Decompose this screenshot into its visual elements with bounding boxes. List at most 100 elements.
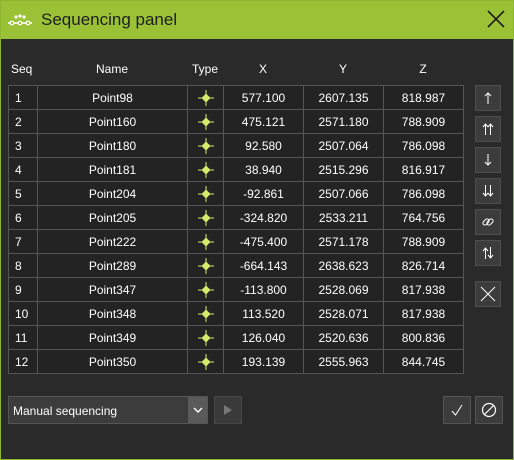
x-cell[interactable]: 475.121 (223, 109, 304, 134)
type-cell[interactable] (187, 157, 224, 182)
z-cell[interactable]: 764.756 (383, 205, 464, 230)
y-cell[interactable]: 2507.066 (303, 181, 384, 206)
y-cell[interactable]: 2607.135 (303, 85, 384, 110)
link-button[interactable] (475, 209, 501, 235)
table-row[interactable]: 1 Point98 577.100 2607.135 818.987 (8, 85, 464, 110)
column-header-type[interactable]: Type (187, 62, 223, 76)
seq-cell[interactable]: 11 (8, 325, 38, 350)
seq-cell[interactable]: 12 (8, 349, 38, 374)
table-row[interactable]: 11 Point349 126.040 2520.636 800.836 (8, 325, 464, 350)
name-cell[interactable]: Point289 (37, 253, 188, 278)
name-cell[interactable]: Point349 (37, 325, 188, 350)
z-cell[interactable]: 786.098 (383, 133, 464, 158)
type-cell[interactable] (187, 109, 224, 134)
remove-button[interactable] (475, 281, 501, 307)
swap-button[interactable] (475, 240, 501, 266)
x-cell[interactable]: 193.139 (223, 349, 304, 374)
name-cell[interactable]: Point222 (37, 229, 188, 254)
z-cell[interactable]: 816.917 (383, 157, 464, 182)
seq-cell[interactable]: 4 (8, 157, 38, 182)
move-to-top-button[interactable] (475, 116, 501, 142)
name-cell[interactable]: Point350 (37, 349, 188, 374)
seq-cell[interactable]: 1 (8, 85, 38, 110)
y-cell[interactable]: 2520.636 (303, 325, 384, 350)
move-to-bottom-button[interactable] (475, 178, 501, 204)
column-header-y[interactable]: Y (303, 62, 383, 76)
x-cell[interactable]: -324.820 (223, 205, 304, 230)
seq-cell[interactable]: 10 (8, 301, 38, 326)
type-cell[interactable] (187, 349, 224, 374)
type-cell[interactable] (187, 205, 224, 230)
chevron-down-icon[interactable] (188, 397, 207, 423)
name-cell[interactable]: Point347 (37, 277, 188, 302)
seq-cell[interactable]: 7 (8, 229, 38, 254)
table-row[interactable]: 5 Point204 -92.861 2507.066 786.098 (8, 181, 464, 206)
cancel-button[interactable] (475, 396, 503, 424)
type-cell[interactable] (187, 325, 224, 350)
seq-cell[interactable]: 6 (8, 205, 38, 230)
name-cell[interactable]: Point98 (37, 85, 188, 110)
confirm-button[interactable] (443, 396, 471, 424)
seq-cell[interactable]: 2 (8, 109, 38, 134)
y-cell[interactable]: 2638.623 (303, 253, 384, 278)
seq-cell[interactable]: 5 (8, 181, 38, 206)
z-cell[interactable]: 786.098 (383, 181, 464, 206)
column-header-seq[interactable]: Seq (8, 62, 40, 76)
table-row[interactable]: 9 Point347 -113.800 2528.069 817.938 (8, 277, 464, 302)
type-cell[interactable] (187, 253, 224, 278)
move-down-button[interactable] (475, 147, 501, 173)
table-row[interactable]: 8 Point289 -664.143 2638.623 826.714 (8, 253, 464, 278)
y-cell[interactable]: 2571.178 (303, 229, 384, 254)
y-cell[interactable]: 2533.211 (303, 205, 384, 230)
y-cell[interactable]: 2507.064 (303, 133, 384, 158)
z-cell[interactable]: 788.909 (383, 229, 464, 254)
x-cell[interactable]: -664.143 (223, 253, 304, 278)
x-cell[interactable]: -113.800 (223, 277, 304, 302)
z-cell[interactable]: 788.909 (383, 109, 464, 134)
table-row[interactable]: 10 Point348 113.520 2528.071 817.938 (8, 301, 464, 326)
seq-cell[interactable]: 3 (8, 133, 38, 158)
close-icon[interactable] (485, 8, 507, 30)
z-cell[interactable]: 818.987 (383, 85, 464, 110)
x-cell[interactable]: 92.580 (223, 133, 304, 158)
y-cell[interactable]: 2515.296 (303, 157, 384, 182)
seq-cell[interactable]: 8 (8, 253, 38, 278)
name-cell[interactable]: Point160 (37, 109, 188, 134)
y-cell[interactable]: 2528.069 (303, 277, 384, 302)
x-cell[interactable]: -92.861 (223, 181, 304, 206)
x-cell[interactable]: 113.520 (223, 301, 304, 326)
name-cell[interactable]: Point180 (37, 133, 188, 158)
z-cell[interactable]: 826.714 (383, 253, 464, 278)
move-up-button[interactable] (475, 85, 501, 111)
table-row[interactable]: 3 Point180 92.580 2507.064 786.098 (8, 133, 464, 158)
sequencing-mode-select[interactable]: Manual sequencing (8, 396, 208, 424)
name-cell[interactable]: Point181 (37, 157, 188, 182)
z-cell[interactable]: 817.938 (383, 301, 464, 326)
type-cell[interactable] (187, 301, 224, 326)
type-cell[interactable] (187, 229, 224, 254)
x-cell[interactable]: 38.940 (223, 157, 304, 182)
name-cell[interactable]: Point204 (37, 181, 188, 206)
table-row[interactable]: 7 Point222 -475.400 2571.178 788.909 (8, 229, 464, 254)
type-cell[interactable] (187, 85, 224, 110)
seq-cell[interactable]: 9 (8, 277, 38, 302)
run-sequence-button[interactable] (214, 396, 242, 424)
column-header-name[interactable]: Name (37, 62, 187, 76)
table-row[interactable]: 12 Point350 193.139 2555.963 844.745 (8, 349, 464, 374)
type-cell[interactable] (187, 181, 224, 206)
x-cell[interactable]: 126.040 (223, 325, 304, 350)
z-cell[interactable]: 844.745 (383, 349, 464, 374)
table-row[interactable]: 6 Point205 -324.820 2533.211 764.756 (8, 205, 464, 230)
type-cell[interactable] (187, 133, 224, 158)
name-cell[interactable]: Point348 (37, 301, 188, 326)
y-cell[interactable]: 2528.071 (303, 301, 384, 326)
type-cell[interactable] (187, 277, 224, 302)
y-cell[interactable]: 2555.963 (303, 349, 384, 374)
y-cell[interactable]: 2571.180 (303, 109, 384, 134)
table-row[interactable]: 2 Point160 475.121 2571.180 788.909 (8, 109, 464, 134)
name-cell[interactable]: Point205 (37, 205, 188, 230)
column-header-z[interactable]: Z (383, 62, 463, 76)
x-cell[interactable]: 577.100 (223, 85, 304, 110)
table-row[interactable]: 4 Point181 38.940 2515.296 816.917 (8, 157, 464, 182)
column-header-x[interactable]: X (223, 62, 303, 76)
